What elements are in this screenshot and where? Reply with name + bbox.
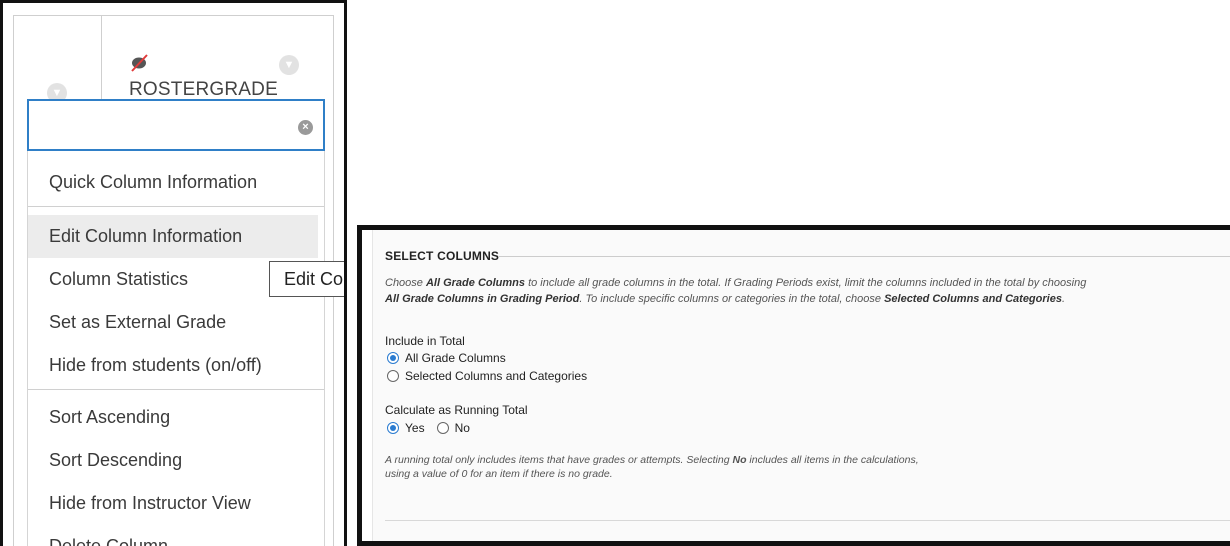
radio-checked-icon[interactable] — [387, 352, 399, 364]
help-bold-no: No — [732, 454, 747, 466]
section-title: SELECT COLUMNS — [385, 249, 500, 263]
clear-icon[interactable]: × — [298, 120, 313, 135]
previous-column-header: ▼ — [13, 15, 101, 105]
tooltip: Edit Col — [269, 261, 344, 297]
radio-no-label: No — [454, 421, 470, 435]
menu-item-delete-column[interactable]: Delete Column — [28, 525, 324, 546]
radio-yes-label: Yes — [405, 421, 425, 435]
menu-item-sort-ascending[interactable]: Sort Ascending — [28, 396, 324, 439]
hidden-from-users-icon — [129, 52, 151, 79]
column-name: ROSTERGRADE — [129, 79, 278, 100]
menu-divider — [28, 206, 324, 207]
section-bottom-divider — [385, 520, 1230, 521]
include-in-total-label: Include in Total — [385, 334, 465, 348]
running-total-label: Calculate as Running Total — [385, 403, 528, 417]
select-columns-section: SELECT COLUMNS Choose All Grade Columns … — [372, 230, 1230, 541]
instructions-text-part: Choose — [385, 277, 426, 289]
radio-all-grade-columns[interactable]: All Grade Columns — [387, 351, 506, 365]
radio-unchecked-icon[interactable] — [387, 370, 399, 382]
menu-item-set-as-external-grade[interactable]: Set as External Grade — [28, 301, 324, 344]
help-text-part: includes all items in the calculations, — [746, 454, 919, 466]
column-context-menu: Quick Column Information Edit Column Inf… — [27, 151, 325, 546]
menu-item-edit-column-information[interactable]: Edit Column Information — [28, 215, 318, 258]
section-divider — [499, 256, 1230, 257]
radio-label: Selected Columns and Categories — [405, 369, 588, 383]
instructions-bold-grading-period: All Grade Columns in Grading Period — [385, 293, 580, 305]
instructions-bold-all-grade-columns: All Grade Columns — [425, 277, 526, 289]
running-total-help-text: A running total only includes items that… — [385, 453, 1085, 481]
radio-label: All Grade Columns — [405, 351, 506, 365]
menu-item-hide-from-students[interactable]: Hide from students (on/off) — [28, 344, 324, 387]
radio-yes-icon[interactable] — [387, 422, 399, 434]
menu-item-sort-descending[interactable]: Sort Descending — [28, 439, 324, 482]
instructions-bold-selected-columns: Selected Columns and Categories — [884, 293, 1062, 305]
instructions-text-part: to include all grade columns in the tota… — [525, 277, 1087, 289]
instructions-text: Choose All Grade Columns to include all … — [385, 275, 1230, 307]
menu-item-hide-from-instructor-view[interactable]: Hide from Instructor View — [28, 482, 324, 525]
menu-divider — [28, 389, 324, 390]
column-header: ROSTERGRADE ▼ — [101, 15, 333, 105]
column-menu-chevron-icon[interactable]: ▼ — [279, 55, 299, 75]
radio-selected-columns-and-categories[interactable]: Selected Columns and Categories — [387, 369, 587, 383]
radio-no-icon[interactable] — [436, 422, 449, 434]
help-text-part: A running total only includes items that… — [385, 454, 733, 466]
menu-item-quick-column-information[interactable]: Quick Column Information — [28, 161, 324, 204]
help-text-part: using a value of 0 for an item if there … — [385, 468, 613, 480]
instructions-text-part: . To include specific columns or categor… — [579, 293, 885, 305]
select-columns-panel: SELECT COLUMNS Choose All Grade Columns … — [357, 225, 1230, 546]
running-total-radio-group: Yes No — [387, 421, 470, 435]
grade-center-column-panel: ▼ ROSTERGRADE ▼ × Quick Column Informati… — [0, 0, 347, 546]
menu-search-input[interactable]: × — [27, 99, 325, 151]
instructions-text-part: . — [1061, 293, 1066, 305]
